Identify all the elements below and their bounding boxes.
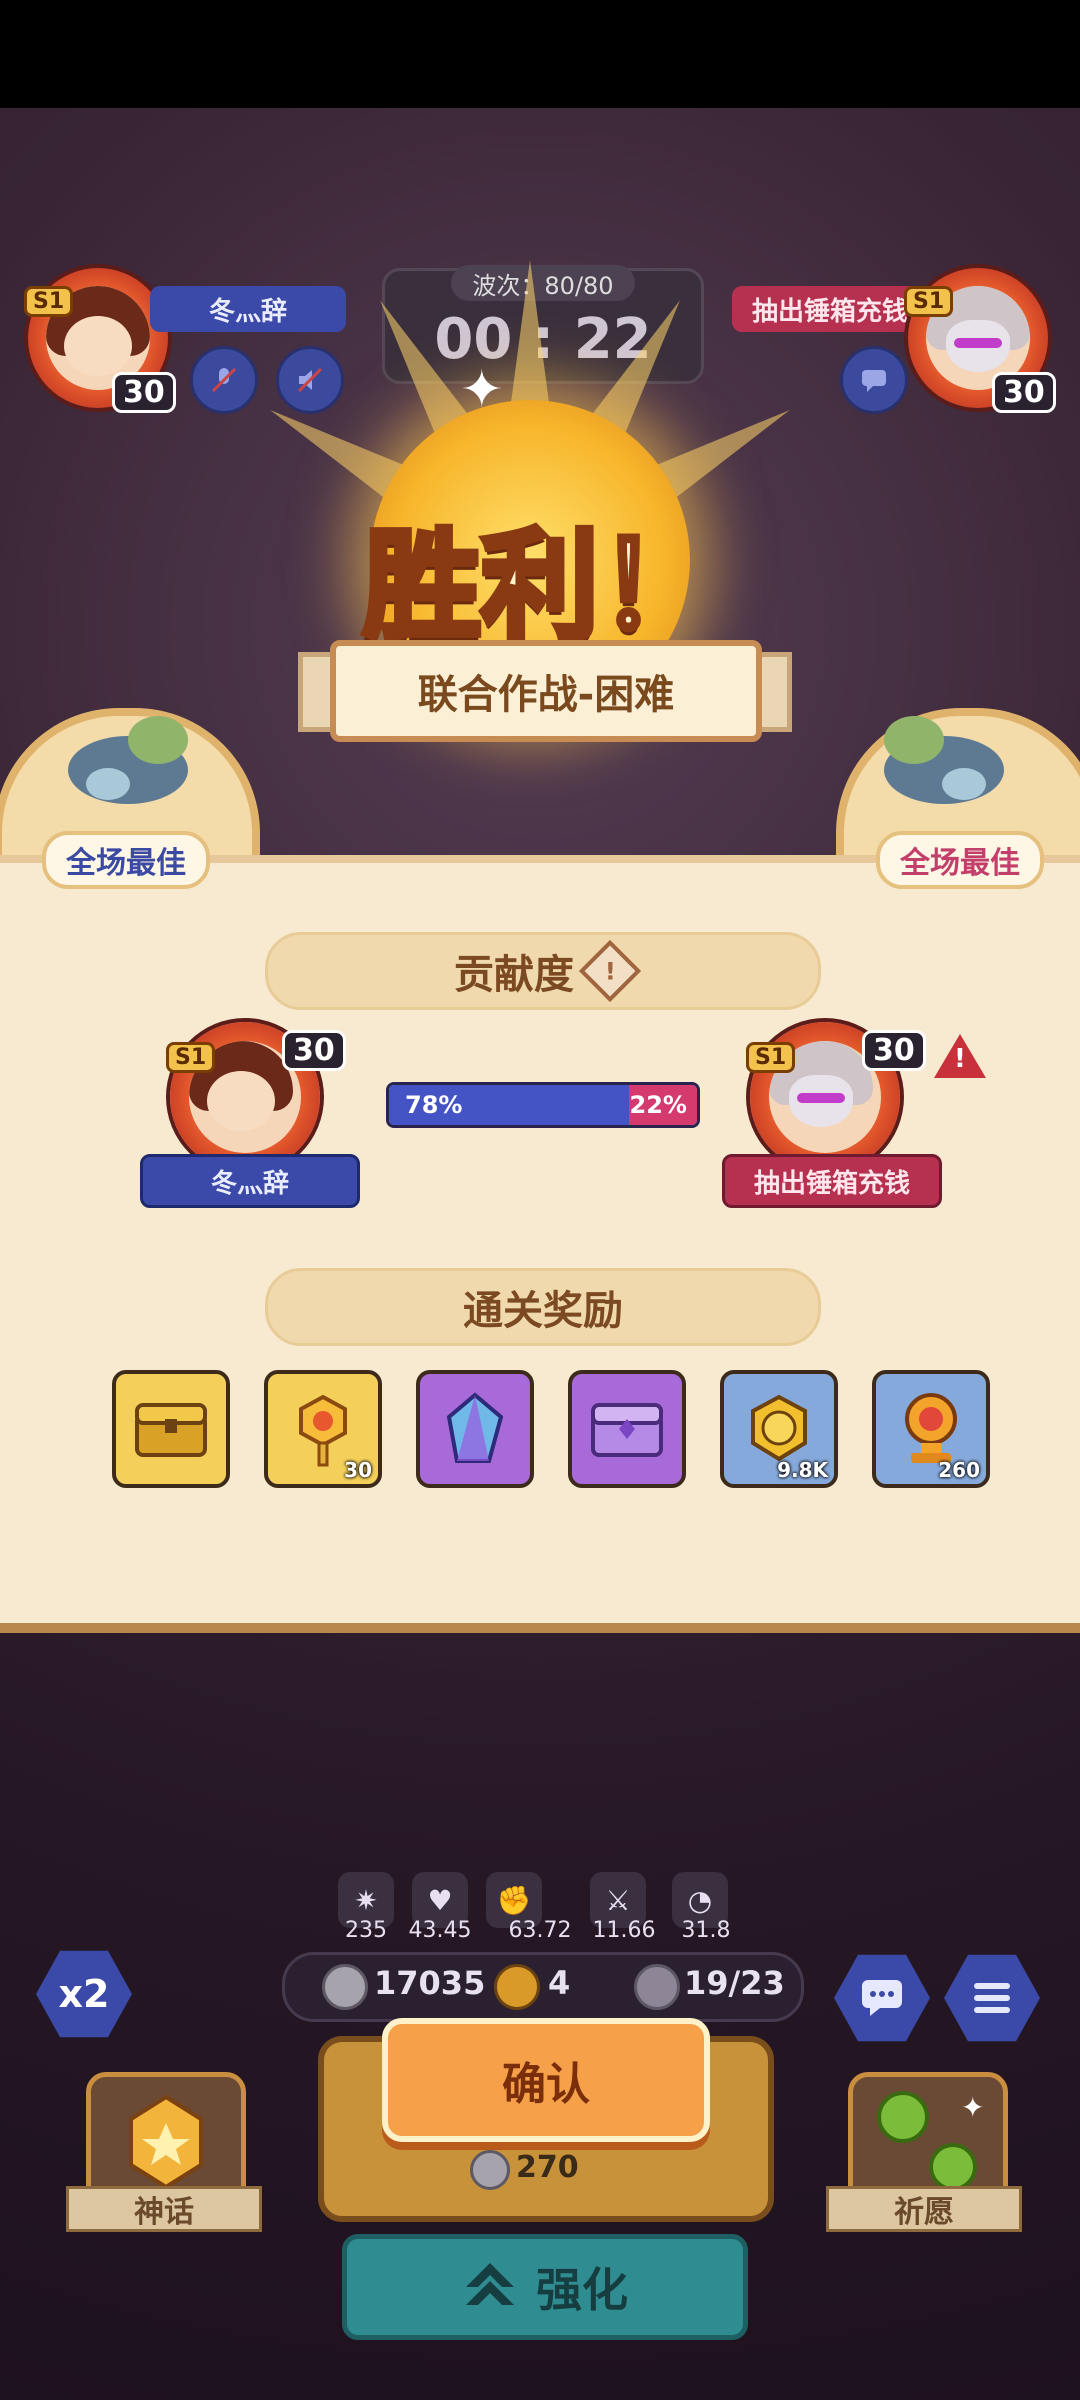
mic-off-icon[interactable] bbox=[190, 346, 258, 414]
unit-count-icon bbox=[634, 1964, 680, 2010]
confirm-button[interactable]: 确认 bbox=[382, 2018, 710, 2142]
reward-count: 9.8K bbox=[777, 1458, 828, 1482]
contribution-bar: 78% 22% bbox=[386, 1082, 700, 1128]
enhance-button[interactable]: 强化 bbox=[342, 2234, 748, 2340]
contrib-right-level: 30 bbox=[862, 1030, 926, 1071]
contrib-left-name: 冬灬辞 bbox=[140, 1154, 360, 1208]
battle-mode-ribbon: 联合作战-困难 bbox=[330, 640, 762, 742]
gold-coin-icon bbox=[751, 1394, 807, 1462]
left-mvp-label: 全场最佳 bbox=[42, 831, 210, 889]
unit-count: 19/23 bbox=[684, 1964, 785, 2002]
reward-golden-chest[interactable] bbox=[112, 1370, 230, 1488]
silver-amount: 17035 bbox=[374, 1964, 486, 2002]
chat-bubble-icon[interactable] bbox=[840, 346, 908, 414]
stat-value: 63.72 bbox=[508, 1918, 572, 1943]
contrib-left-percent: 78% bbox=[405, 1091, 463, 1119]
right-player-name: 抽出锤箱充钱 bbox=[732, 286, 928, 332]
rewards-header: 通关奖励 bbox=[265, 1268, 821, 1346]
left-player-level: 30 bbox=[112, 372, 176, 413]
hamburger-menu-icon bbox=[974, 1983, 1010, 2013]
summon-cost: 270 bbox=[516, 2150, 579, 2185]
right-mvp-label: 全场最佳 bbox=[876, 831, 1044, 889]
info-icon[interactable]: ! bbox=[578, 939, 642, 1003]
reward-purple-chest[interactable] bbox=[568, 1370, 686, 1488]
contribution-bar-right: 22% bbox=[629, 1085, 697, 1125]
reward-gold-coin[interactable]: 9.8K bbox=[720, 1370, 838, 1488]
enhance-label: 强化 bbox=[536, 2263, 628, 2317]
contrib-left-rank: S1 bbox=[166, 1042, 216, 1073]
reward-gold-key[interactable]: 30 bbox=[264, 1370, 382, 1488]
upgrade-arrow-icon bbox=[466, 2263, 514, 2305]
pray-label[interactable]: 祈愿 bbox=[826, 2186, 1022, 2232]
svg-text:✦: ✦ bbox=[961, 2091, 984, 2124]
warning-icon[interactable]: ! bbox=[934, 1034, 986, 1078]
reward-crystal[interactable] bbox=[416, 1370, 534, 1488]
crystal-icon bbox=[446, 1392, 504, 1463]
victory-title: 胜利！ bbox=[360, 514, 720, 658]
myth-label[interactable]: 神话 bbox=[66, 2186, 262, 2232]
reward-count: 260 bbox=[938, 1458, 980, 1482]
contribution-bar-left: 78% bbox=[389, 1085, 630, 1125]
dragon-hero-icon bbox=[48, 700, 208, 814]
contrib-right-percent: 22% bbox=[629, 1091, 687, 1119]
left-player-rank: S1 bbox=[24, 286, 74, 317]
contribution-header: 贡献度 ! bbox=[265, 932, 821, 1010]
stat-value: 235 bbox=[345, 1918, 387, 1943]
right-player-rank: S1 bbox=[904, 286, 954, 317]
clover-amount: 4 bbox=[548, 1964, 571, 2002]
contrib-right-rank: S1 bbox=[746, 1042, 796, 1073]
silver-coin-icon bbox=[322, 1964, 368, 2010]
dragon-hero-icon bbox=[864, 700, 1024, 814]
sparkle-icon: ✦ bbox=[460, 360, 504, 420]
reward-trophy[interactable]: 260 bbox=[872, 1370, 990, 1488]
purple-chest-icon bbox=[591, 1403, 663, 1457]
golden-chest-icon bbox=[135, 1403, 207, 1457]
reward-count: 30 bbox=[344, 1458, 372, 1482]
right-player-level: 30 bbox=[992, 372, 1056, 413]
contribution-title: 贡献度 bbox=[454, 952, 574, 998]
clover-coin-icon bbox=[494, 1964, 540, 2010]
gold-key-icon bbox=[299, 1394, 347, 1467]
contrib-left-level: 30 bbox=[282, 1030, 346, 1071]
contrib-right-name: 抽出锤箱充钱 bbox=[722, 1154, 942, 1208]
stat-value: 43.45 bbox=[408, 1918, 472, 1943]
stat-value: 31.8 bbox=[681, 1918, 731, 1943]
silver-coin-icon bbox=[470, 2150, 510, 2190]
stat-value: 11.66 bbox=[592, 1918, 656, 1943]
left-player-name: 冬灬辞 bbox=[150, 286, 346, 332]
chat-bubble-icon bbox=[862, 1980, 902, 2016]
